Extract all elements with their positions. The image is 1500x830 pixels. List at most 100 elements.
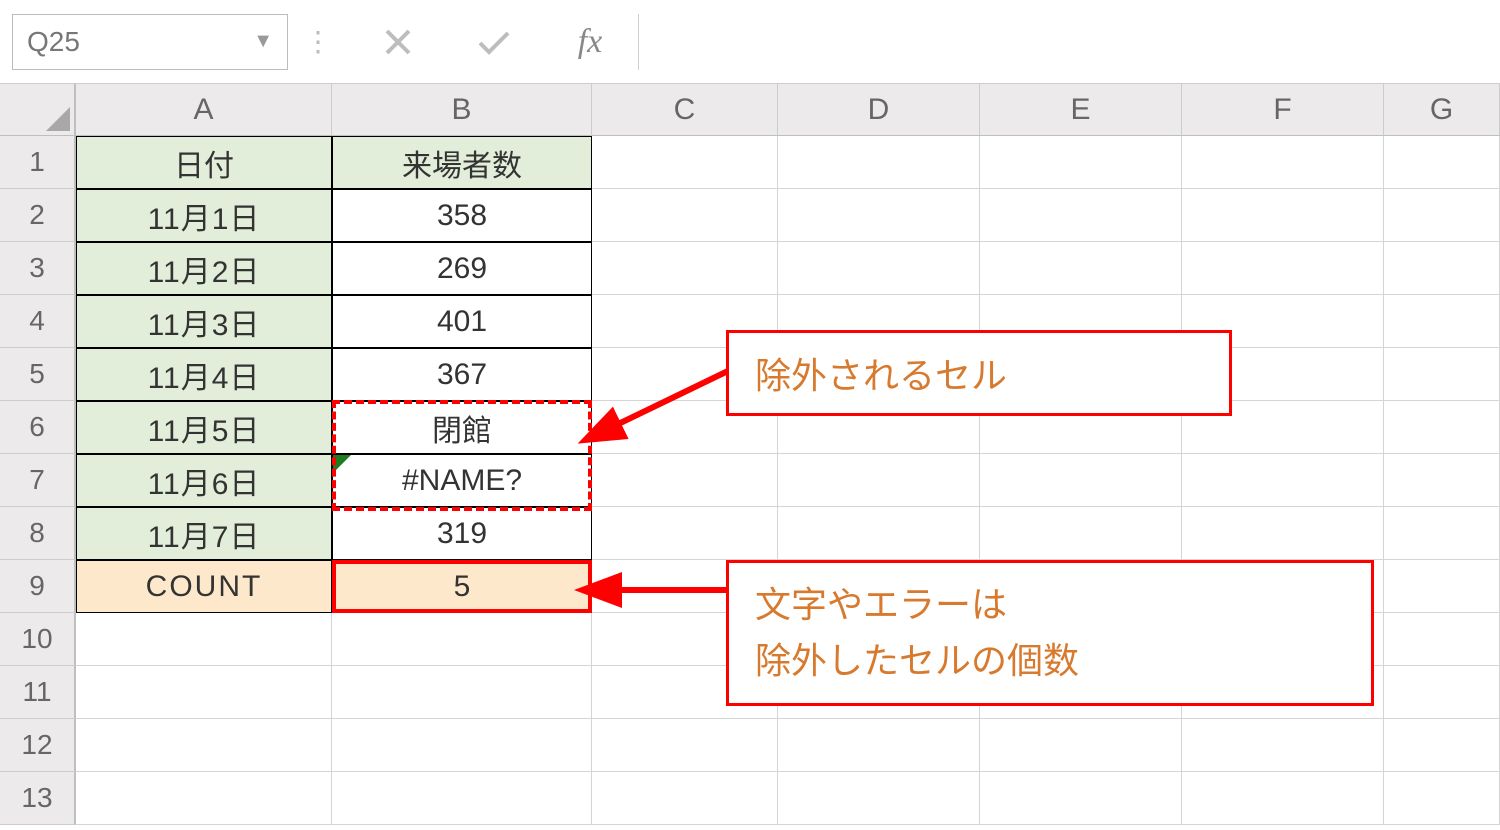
cell[interactable] <box>778 242 980 295</box>
cell-value[interactable]: 閉館 <box>332 401 592 454</box>
row-header[interactable]: 1 <box>0 136 76 189</box>
cell[interactable] <box>1384 189 1500 242</box>
cell[interactable] <box>1384 772 1500 825</box>
cell[interactable] <box>1182 454 1384 507</box>
cell[interactable] <box>778 136 980 189</box>
fx-icon[interactable]: fx <box>542 23 638 61</box>
col-header-e[interactable]: E <box>980 84 1182 136</box>
cell[interactable] <box>592 136 778 189</box>
cell[interactable] <box>1384 401 1500 454</box>
cell[interactable] <box>592 189 778 242</box>
cell[interactable] <box>1384 560 1500 613</box>
cell-value[interactable]: 358 <box>332 189 592 242</box>
callout-line1: 文字やエラーは <box>755 584 1007 625</box>
cell[interactable] <box>592 242 778 295</box>
cell[interactable] <box>1384 348 1500 401</box>
cell[interactable] <box>1384 136 1500 189</box>
cell[interactable] <box>1182 507 1384 560</box>
col-header-b[interactable]: B <box>332 84 592 136</box>
cell-value[interactable]: 401 <box>332 295 592 348</box>
cell[interactable] <box>1384 719 1500 772</box>
cell[interactable] <box>332 719 592 772</box>
cell[interactable] <box>76 772 332 825</box>
cell-count-label[interactable]: COUNT <box>76 560 332 613</box>
row-header[interactable]: 7 <box>0 454 76 507</box>
row-header[interactable]: 10 <box>0 613 76 666</box>
cell[interactable] <box>1182 242 1384 295</box>
select-all-corner[interactable] <box>0 84 76 136</box>
cell-a1[interactable]: 日付 <box>76 136 332 189</box>
col-header-a[interactable]: A <box>76 84 332 136</box>
cell-b1[interactable]: 来場者数 <box>332 136 592 189</box>
cell-value[interactable]: 319 <box>332 507 592 560</box>
formula-bar: Q25 ▼ ⋮ fx <box>0 0 1500 84</box>
row-header[interactable]: 13 <box>0 772 76 825</box>
cell[interactable] <box>778 772 980 825</box>
cell[interactable] <box>980 136 1182 189</box>
cell-date[interactable]: 11月2日 <box>76 242 332 295</box>
cell-date[interactable]: 11月6日 <box>76 454 332 507</box>
row-header[interactable]: 9 <box>0 560 76 613</box>
row-header[interactable]: 4 <box>0 295 76 348</box>
cell[interactable] <box>332 772 592 825</box>
arrow-icon <box>590 360 740 440</box>
cell[interactable] <box>1384 666 1500 719</box>
cell[interactable] <box>980 507 1182 560</box>
callout-excluded: 除外されるセル <box>726 330 1232 416</box>
col-header-d[interactable]: D <box>778 84 980 136</box>
separator-dots-icon: ⋮ <box>288 25 350 58</box>
cell-value[interactable]: 367 <box>332 348 592 401</box>
cell[interactable] <box>778 189 980 242</box>
cell[interactable] <box>592 772 778 825</box>
cell[interactable] <box>1384 507 1500 560</box>
cell[interactable] <box>1384 295 1500 348</box>
row-header[interactable]: 11 <box>0 666 76 719</box>
callout-description: 文字やエラーは 除外したセルの個数 <box>726 560 1374 706</box>
formula-input[interactable] <box>638 14 1488 70</box>
cell[interactable] <box>1182 719 1384 772</box>
arrow-icon <box>590 560 740 620</box>
cell[interactable] <box>778 454 980 507</box>
cell[interactable] <box>1384 242 1500 295</box>
cell[interactable] <box>778 719 980 772</box>
cell[interactable] <box>1384 454 1500 507</box>
cell[interactable] <box>592 454 778 507</box>
chevron-down-icon[interactable]: ▼ <box>253 30 273 53</box>
row-header[interactable]: 8 <box>0 507 76 560</box>
cell[interactable] <box>980 719 1182 772</box>
col-header-g[interactable]: G <box>1384 84 1500 136</box>
cell[interactable] <box>1384 613 1500 666</box>
cell-count-value[interactable]: 5 <box>332 560 592 613</box>
cell[interactable] <box>76 719 332 772</box>
cell[interactable] <box>76 666 332 719</box>
cell-date[interactable]: 11月4日 <box>76 348 332 401</box>
cell[interactable] <box>592 507 778 560</box>
cell-date[interactable]: 11月3日 <box>76 295 332 348</box>
cell-date[interactable]: 11月1日 <box>76 189 332 242</box>
row-header[interactable]: 5 <box>0 348 76 401</box>
cell[interactable] <box>778 507 980 560</box>
row-header[interactable]: 6 <box>0 401 76 454</box>
cell[interactable] <box>1182 189 1384 242</box>
cell[interactable] <box>1182 136 1384 189</box>
cell-date[interactable]: 11月5日 <box>76 401 332 454</box>
col-header-c[interactable]: C <box>592 84 778 136</box>
cell[interactable] <box>980 242 1182 295</box>
row-header[interactable]: 3 <box>0 242 76 295</box>
name-box[interactable]: Q25 ▼ <box>12 14 288 70</box>
name-box-text: Q25 <box>27 26 253 58</box>
cell-value[interactable]: 269 <box>332 242 592 295</box>
cell[interactable] <box>76 613 332 666</box>
cell[interactable] <box>980 772 1182 825</box>
cell[interactable] <box>332 613 592 666</box>
cell[interactable] <box>980 189 1182 242</box>
cell[interactable] <box>592 719 778 772</box>
cell-date[interactable]: 11月7日 <box>76 507 332 560</box>
cell[interactable] <box>1182 772 1384 825</box>
cell-value-error[interactable]: #NAME? <box>332 454 592 507</box>
row-header[interactable]: 2 <box>0 189 76 242</box>
col-header-f[interactable]: F <box>1182 84 1384 136</box>
cell[interactable] <box>980 454 1182 507</box>
row-header[interactable]: 12 <box>0 719 76 772</box>
cell[interactable] <box>332 666 592 719</box>
